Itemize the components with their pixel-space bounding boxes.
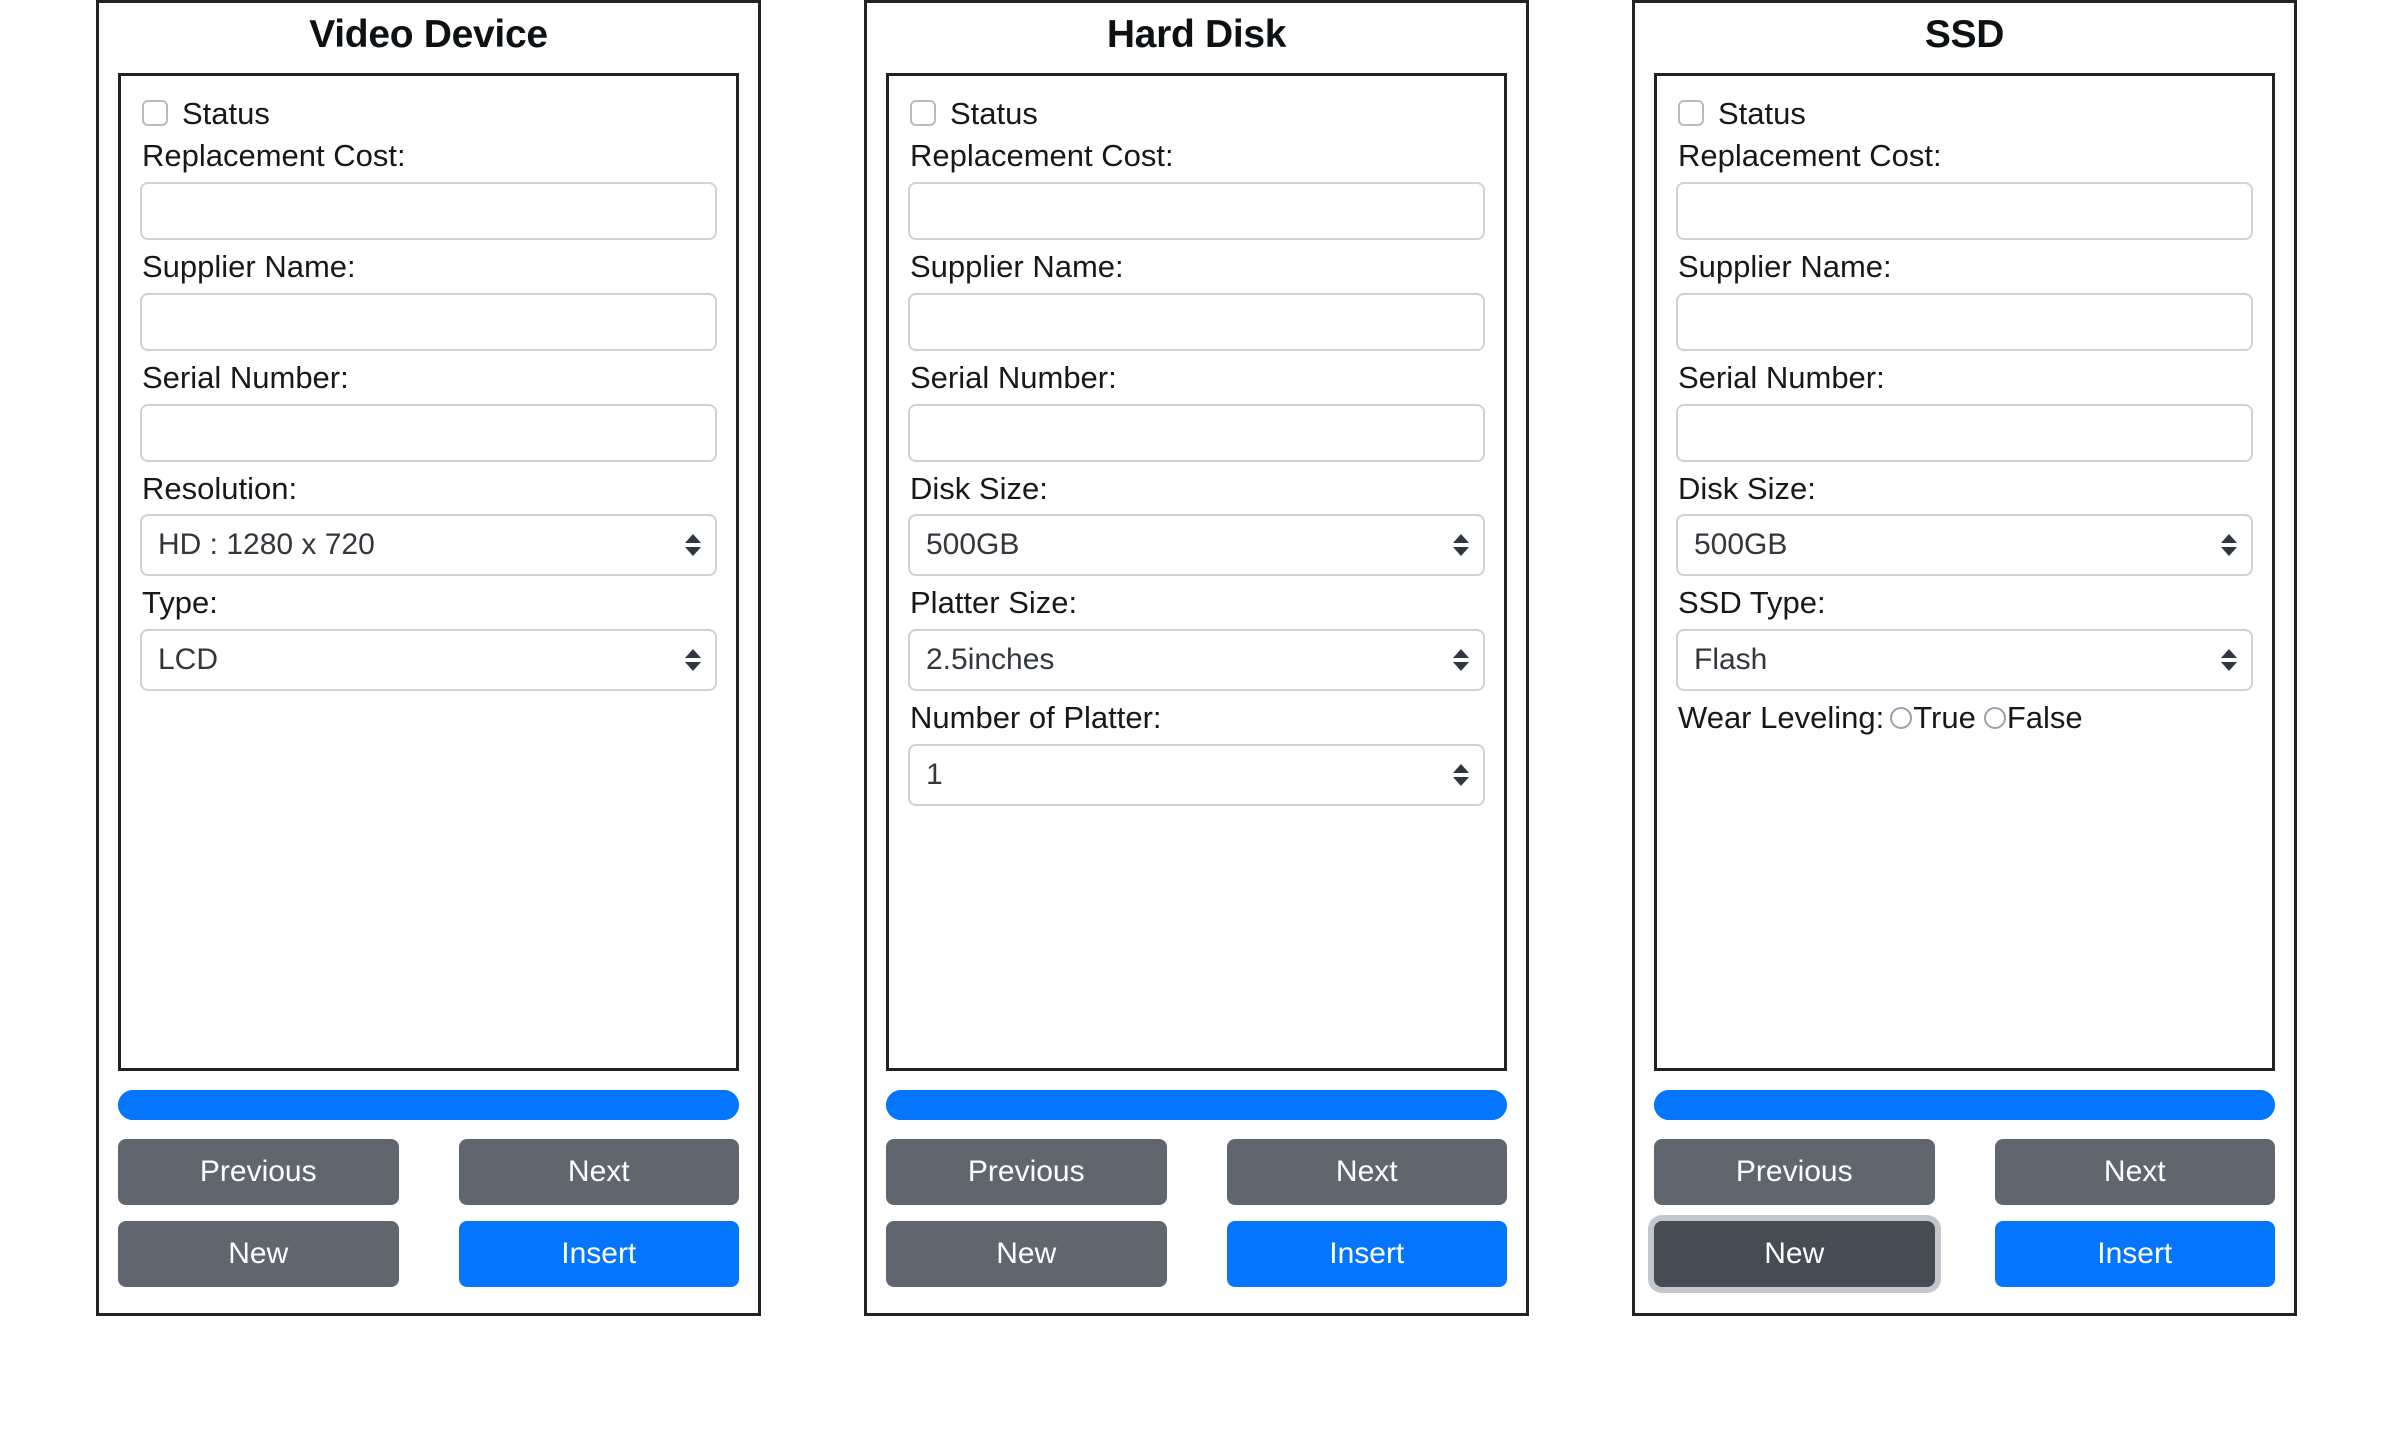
insert-button[interactable]: Insert <box>458 1220 739 1287</box>
progress-bar-fill <box>1654 1089 2275 1120</box>
next-button[interactable]: Next <box>1226 1138 1507 1205</box>
wear-leveling-radio-false[interactable] <box>1983 707 2006 730</box>
progress-bar-fill <box>886 1089 1507 1120</box>
number-of-platter-select-wrap: 1 <box>908 744 1485 807</box>
serial-number-input[interactable] <box>140 403 717 462</box>
supplier-name-label: Supplier Name: <box>1678 248 1892 284</box>
supplier-name-input[interactable] <box>1676 292 2253 351</box>
ssd-type-selected-value: Flash <box>1694 643 1768 677</box>
status-checkbox[interactable] <box>142 100 168 127</box>
panel-title: Hard Disk <box>1106 13 1287 56</box>
previous-button[interactable]: Previous <box>1654 1138 1935 1205</box>
ssd-type-label: SSD Type: <box>1678 585 1826 621</box>
serial-number-label: Serial Number: <box>142 359 349 395</box>
serial-number-input[interactable] <box>1676 403 2253 462</box>
progress-bar <box>118 1089 739 1120</box>
number-of-platter-label: Number of Platter: <box>910 700 1162 736</box>
resolution-selected-value: HD : 1280 x 720 <box>158 528 375 562</box>
number-of-platter-selected-value: 1 <box>926 758 943 792</box>
disk-size-selected-value: 500GB <box>1694 528 1788 562</box>
disk-size-select-wrap: 500GB <box>908 514 1485 577</box>
next-button[interactable]: Next <box>1994 1138 2275 1205</box>
disk-size-label: Disk Size: <box>1678 470 1816 506</box>
status-checkbox-row[interactable]: Status <box>1678 98 2253 129</box>
platter-size-select[interactable]: 2.5inches <box>908 629 1485 692</box>
platter-size-select-wrap: 2.5inches <box>908 629 1485 692</box>
button-grid: Previous Next New Insert <box>886 1138 1507 1287</box>
replacement-cost-label: Replacement Cost: <box>1678 137 1942 173</box>
status-label: Status <box>182 95 270 131</box>
progress-bar-fill <box>118 1089 739 1120</box>
new-button[interactable]: New <box>1654 1220 1935 1287</box>
panel-ssd: SSD Status Replacement Cost: Supplier Name:… <box>1632 0 2297 1316</box>
form-fieldset: Status Replacement Cost: Supplier Name: Ser… <box>1654 72 2275 1071</box>
disk-size-select[interactable]: 500GB <box>908 514 1485 577</box>
new-button[interactable]: New <box>118 1220 399 1287</box>
replacement-cost-label: Replacement Cost: <box>142 137 406 173</box>
previous-button[interactable]: Previous <box>886 1138 1167 1205</box>
supplier-name-input[interactable] <box>908 292 1485 351</box>
panels-container: Video Device Status Replacement Cost: Suppl… <box>0 0 2382 1432</box>
resolution-label: Resolution: <box>142 470 298 506</box>
form-fieldset: Status Replacement Cost: Supplier Name: Ser… <box>118 72 739 1071</box>
progress-bar <box>886 1089 1507 1120</box>
replacement-cost-input[interactable] <box>908 181 1485 240</box>
number-of-platter-select[interactable]: 1 <box>908 744 1485 807</box>
wear-leveling-radio-label-true: True <box>1913 700 1976 736</box>
button-grid: Previous Next New Insert <box>1654 1138 2275 1287</box>
previous-button[interactable]: Previous <box>118 1138 399 1205</box>
serial-number-label: Serial Number: <box>1678 359 1885 395</box>
wear-leveling-radio-label-false: False <box>2006 700 2083 736</box>
insert-button[interactable]: Insert <box>1226 1220 1507 1287</box>
new-button[interactable]: New <box>886 1220 1167 1287</box>
type-selected-value: LCD <box>158 643 219 677</box>
status-checkbox[interactable] <box>910 100 936 127</box>
next-button[interactable]: Next <box>458 1138 739 1205</box>
supplier-name-label: Supplier Name: <box>910 248 1124 284</box>
replacement-cost-label: Replacement Cost: <box>910 137 1174 173</box>
status-checkbox-row[interactable]: Status <box>910 98 1485 129</box>
type-select[interactable]: LCD <box>140 629 717 692</box>
platter-size-label: Platter Size: <box>910 585 1078 621</box>
status-label: Status <box>950 95 1038 131</box>
replacement-cost-input[interactable] <box>1676 181 2253 240</box>
panel-title: SSD <box>1924 13 2005 56</box>
disk-size-selected-value: 500GB <box>926 528 1020 562</box>
status-checkbox[interactable] <box>1678 100 1704 127</box>
insert-button[interactable]: Insert <box>1994 1220 2275 1287</box>
resolution-select[interactable]: HD : 1280 x 720 <box>140 514 717 577</box>
wear-leveling-label: Wear Leveling: <box>1678 700 1885 736</box>
progress-bar <box>1654 1089 2275 1120</box>
supplier-name-input[interactable] <box>140 292 717 351</box>
platter-size-selected-value: 2.5inches <box>926 643 1055 677</box>
wear-leveling-radio-true[interactable] <box>1890 707 1913 730</box>
supplier-name-label: Supplier Name: <box>142 248 356 284</box>
ssd-type-select-wrap: Flash <box>1676 629 2253 692</box>
disk-size-select-wrap: 500GB <box>1676 514 2253 577</box>
ssd-type-select[interactable]: Flash <box>1676 629 2253 692</box>
panel-video-device: Video Device Status Replacement Cost: Suppl… <box>96 0 761 1316</box>
disk-size-select[interactable]: 500GB <box>1676 514 2253 577</box>
replacement-cost-input[interactable] <box>140 181 717 240</box>
panel-hard-disk: Hard Disk Status Replacement Cost: Supplier… <box>864 0 1529 1316</box>
serial-number-input[interactable] <box>908 403 1485 462</box>
button-grid: Previous Next New Insert <box>118 1138 739 1287</box>
resolution-select-wrap: HD : 1280 x 720 <box>140 514 717 577</box>
form-fieldset: Status Replacement Cost: Supplier Name: Ser… <box>886 72 1507 1071</box>
type-select-wrap: LCD <box>140 629 717 692</box>
panel-title: Video Device <box>309 13 548 56</box>
serial-number-label: Serial Number: <box>910 359 1117 395</box>
status-label: Status <box>1718 95 1806 131</box>
disk-size-label: Disk Size: <box>910 470 1048 506</box>
status-checkbox-row[interactable]: Status <box>142 98 717 129</box>
type-label: Type: <box>142 585 218 621</box>
wear-leveling-row: Wear Leveling: True False <box>1678 700 2253 736</box>
